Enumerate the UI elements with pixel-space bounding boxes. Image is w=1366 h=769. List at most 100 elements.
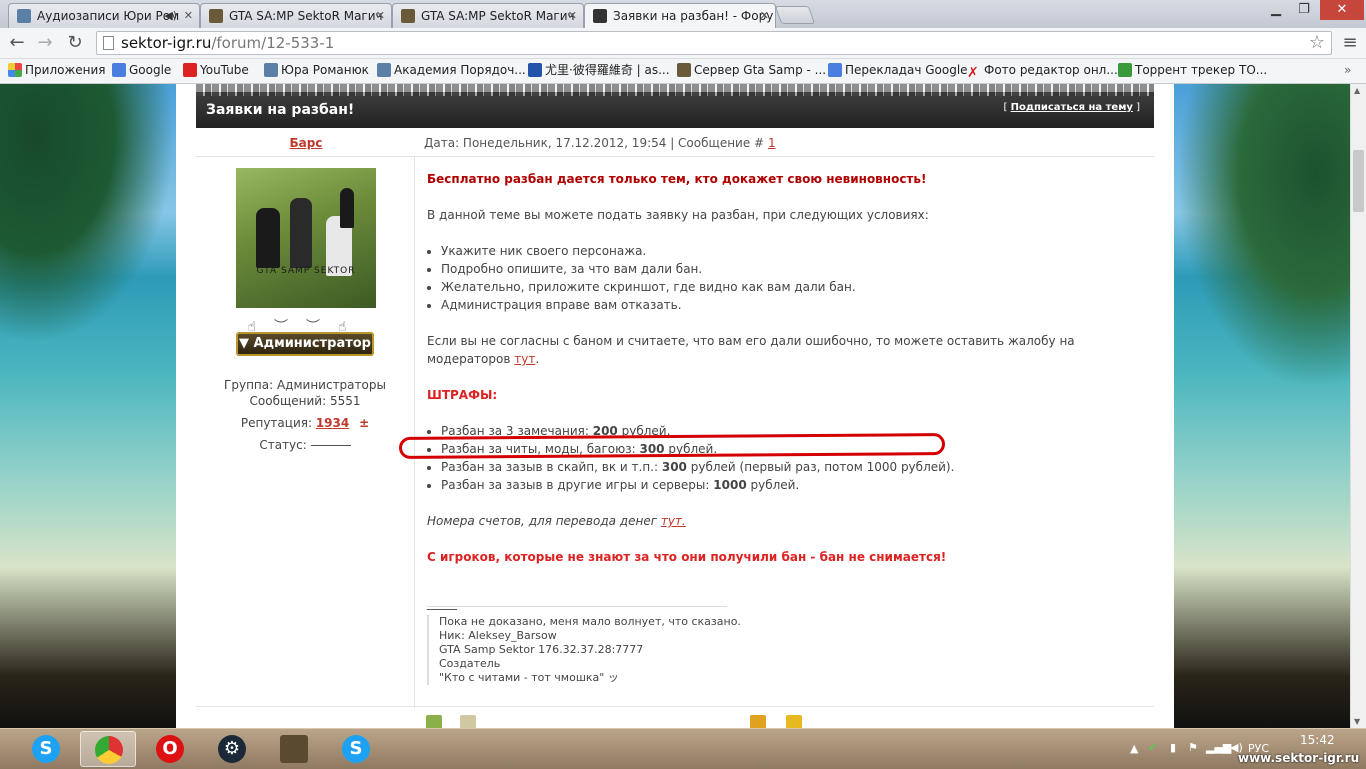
reload-icon[interactable]: ↻ xyxy=(64,32,86,54)
reputation-link[interactable]: 1934 xyxy=(316,416,349,430)
close-icon[interactable]: ✕ xyxy=(568,4,577,28)
scrollbar-thumb[interactable] xyxy=(1353,150,1364,212)
accounts-text: Номера счетов, для перевода денег тут. xyxy=(427,514,686,528)
complaint-link[interactable]: тут xyxy=(514,352,535,366)
vk-icon xyxy=(264,63,278,77)
steam-icon: ⚙ xyxy=(218,735,246,763)
bookmark-gta-server[interactable]: Сервер Gta Samp - ... xyxy=(677,59,826,83)
page-icon xyxy=(103,36,114,50)
reputation-vote-icon[interactable]: ± xyxy=(359,416,369,430)
opera-icon: O xyxy=(156,735,184,763)
battery-icon[interactable]: ▮ xyxy=(1170,741,1176,754)
translate-icon xyxy=(828,63,842,77)
skype-icon: S xyxy=(342,735,370,763)
cross-x-icon: ✗ xyxy=(967,65,979,81)
bookmark-translate[interactable]: Перекладач Google xyxy=(828,59,968,83)
fines-title: ШТРАФЫ: xyxy=(427,388,498,402)
tray-expand-icon[interactable]: ▲ xyxy=(1130,742,1138,755)
avatar-caption: GTA SAMP SEKTOR xyxy=(256,266,356,276)
bookmark-academy[interactable]: Академия Порядоч... xyxy=(377,59,526,83)
conditions-list: Укажите ник своего персонажа. Подробно о… xyxy=(427,242,1147,314)
topic-header: Заявки на разбан! [ Подписаться на тему … xyxy=(196,84,1154,128)
tab-audio[interactable]: Аудиозаписи Юри Ром ◀) ✕ xyxy=(8,3,200,28)
clock-time[interactable]: 15:42 xyxy=(1300,733,1335,747)
scroll-up-icon[interactable]: ▲ xyxy=(1354,86,1360,95)
vk-audio-icon xyxy=(17,9,31,23)
bookmark-youtube[interactable]: YouTube xyxy=(183,59,249,83)
signature-line: Создатель xyxy=(439,657,501,670)
close-icon[interactable]: ✕ xyxy=(760,4,769,28)
bookmark-star-icon[interactable]: ☆ xyxy=(1309,32,1325,54)
site-icon xyxy=(528,63,542,77)
bookmarks-more-icon[interactable]: » xyxy=(1344,59,1351,83)
close-icon[interactable]: ✕ xyxy=(376,4,385,28)
address-bar[interactable]: sektor-igr.ru/forum/12-533-1 ☆ xyxy=(96,31,1332,55)
edit-icon[interactable] xyxy=(460,715,476,728)
triangle-down-icon: ▼ xyxy=(238,336,249,351)
flag-icon[interactable]: ⚑ xyxy=(1188,741,1198,754)
url-path: /forum/12-533-1 xyxy=(211,34,335,52)
post-headline: Бесплатно разбан дается только тем, кто … xyxy=(427,172,927,186)
admin-badge: ☝︶︶☝ ▼ Администратор xyxy=(236,319,374,360)
gta-favicon-icon xyxy=(401,9,415,23)
maximize-icon[interactable]: ❐ xyxy=(1290,0,1318,20)
tab-strip: Аудиозаписи Юри Ром ◀) ✕ GTA SA:MP Sekto… xyxy=(0,0,1366,29)
bookmark-apps[interactable]: Приложения xyxy=(8,59,106,83)
report-icon[interactable] xyxy=(750,715,766,728)
tab-gta-1[interactable]: GTA SA:MP SektoR Магич ✕ xyxy=(200,3,392,28)
list-item: Желательно, приложите скриншот, где видн… xyxy=(441,278,1147,296)
new-tab-button[interactable] xyxy=(774,6,816,24)
skype-icon: S xyxy=(32,735,60,763)
scroll-top-icon[interactable] xyxy=(786,715,802,728)
bookmark-asianfan[interactable]: 尤里·彼得羅維奇 | as... xyxy=(528,59,670,83)
torrent-icon xyxy=(1118,63,1132,77)
bookmark-google[interactable]: Google xyxy=(112,59,171,83)
post-warning: С игроков, которые не знают за что они п… xyxy=(427,550,947,564)
post-signature: Пока не доказано, меня мало волнует, что… xyxy=(427,606,847,685)
chrome-menu-icon[interactable]: ≡ xyxy=(1340,34,1360,52)
taskbar-chrome[interactable] xyxy=(80,731,136,767)
chrome-icon xyxy=(95,736,123,764)
bookmark-vk-romaniuk[interactable]: Юра Романюк xyxy=(264,59,369,83)
list-item: Администрация вправе вам отказать. xyxy=(441,296,1147,314)
taskbar-opera[interactable]: O xyxy=(142,731,198,767)
page-scrollbar[interactable]: ▲ ▼ xyxy=(1350,84,1366,728)
post-footer xyxy=(196,706,1154,728)
tab-gta-2[interactable]: GTA SA:MP SektoR Магич ✕ xyxy=(392,3,584,28)
author-name-link[interactable]: Барс xyxy=(196,136,416,150)
close-icon[interactable]: ✕ xyxy=(184,4,193,28)
accounts-link[interactable]: тут. xyxy=(661,514,686,528)
subscribe-link[interactable]: [ Подписаться на тему ] xyxy=(1004,102,1140,113)
scroll-down-icon[interactable]: ▼ xyxy=(1354,717,1360,726)
url-host: sektor-igr.ru xyxy=(121,34,212,52)
gta-favicon-icon xyxy=(677,63,691,77)
signal-icon[interactable]: ▂▄▆ xyxy=(1206,741,1231,754)
post-number-link[interactable]: 1 xyxy=(768,136,776,150)
signature-line: Пока не доказано, меня мало волнует, что… xyxy=(439,615,741,628)
quote-icon[interactable] xyxy=(426,715,442,728)
signature-line: Ник: Aleksey_Barsow xyxy=(439,629,557,642)
list-item: Разбан за зазыв в скайп, вк и т.п.: 300 … xyxy=(441,458,1147,476)
vk-icon xyxy=(377,63,391,77)
bookmark-torrent[interactable]: Торрент трекер ТО... xyxy=(1118,59,1267,83)
signature-line: GTA Samp Sektor 176.32.37.28:7777 xyxy=(439,643,644,656)
speaker-icon[interactable]: ◀) xyxy=(164,4,177,28)
network-check-icon[interactable]: ✔ xyxy=(1148,741,1157,754)
window-close-icon[interactable]: ✕ xyxy=(1320,0,1364,20)
back-arrow-icon[interactable]: ← xyxy=(6,32,28,54)
bookmark-photo-editor[interactable]: ✗ Фото редактор онл... xyxy=(967,59,1118,83)
taskbar-gta[interactable] xyxy=(266,731,322,767)
apps-grid-icon xyxy=(8,63,22,77)
author-group: Группа: Администраторы xyxy=(224,378,386,392)
forum-favicon-icon xyxy=(593,9,607,23)
forward-arrow-icon[interactable]: → xyxy=(34,32,56,54)
taskbar-skype-2[interactable]: S xyxy=(328,731,384,767)
taskbar-skype[interactable]: S xyxy=(18,731,74,767)
youtube-icon xyxy=(183,63,197,77)
page-viewport: Заявки на разбан! [ Подписаться на тему … xyxy=(0,84,1350,728)
list-item: Укажите ник своего персонажа. xyxy=(441,242,1147,260)
fines-list: Разбан за 3 замечания: 200 рублей. Разба… xyxy=(427,422,1147,494)
taskbar-steam[interactable]: ⚙ xyxy=(204,731,260,767)
tab-active-razban[interactable]: Заявки на разбан! - Фору ✕ xyxy=(584,3,776,29)
minimize-icon[interactable]: ▁ xyxy=(1262,0,1290,20)
